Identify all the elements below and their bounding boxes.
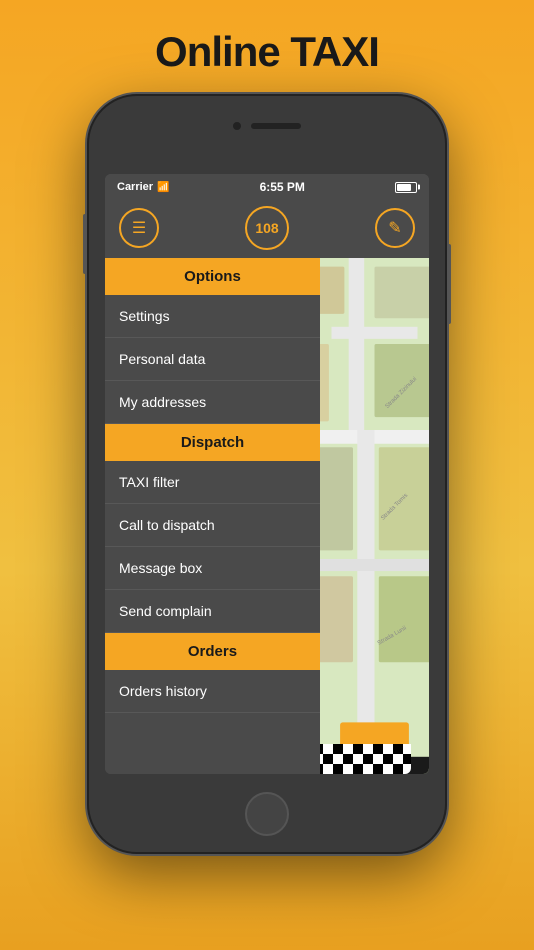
menu-item-message-box[interactable]: Message box [105, 547, 320, 590]
content-area: Options Settings Personal data My addres… [105, 258, 429, 774]
battery-fill [397, 184, 411, 191]
map-svg: Strada Zizinului Strada Tomis Strada Lun… [320, 258, 429, 774]
page-title: Online TAXI [155, 28, 379, 76]
menu-item-my-addresses[interactable]: My addresses [105, 381, 320, 424]
carrier-label: Carrier 📶 [117, 181, 170, 193]
status-time: 6:55 PM [260, 180, 305, 194]
phone-frame: Carrier 📶 6:55 PM ☰ 108 [87, 94, 447, 854]
section-header-orders: Orders [105, 633, 320, 670]
camera-dot [233, 122, 241, 130]
edit-button[interactable]: ✎ [375, 208, 415, 248]
speaker-slot [251, 123, 301, 129]
battery-area [395, 182, 417, 193]
menu-item-send-complain[interactable]: Send complain [105, 590, 320, 633]
phone-screen: Carrier 📶 6:55 PM ☰ 108 [105, 174, 429, 774]
map-area: Strada Zizinului Strada Tomis Strada Lun… [320, 258, 429, 774]
edit-icon: ✎ [388, 218, 401, 238]
wifi-icon: 📶 [157, 182, 169, 193]
menu-item-call-to-dispatch[interactable]: Call to dispatch [105, 504, 320, 547]
menu-item-orders-history[interactable]: Orders history [105, 670, 320, 713]
section-header-options: Options [105, 258, 320, 295]
phone-top-bar [233, 122, 301, 130]
menu-item-taxi-filter[interactable]: TAXI filter [105, 461, 320, 504]
status-bar: Carrier 📶 6:55 PM [105, 174, 429, 198]
home-button[interactable] [245, 792, 289, 836]
nav-header: ☰ 108 ✎ [105, 198, 429, 258]
section-header-dispatch: Dispatch [105, 424, 320, 461]
badge-button[interactable]: 108 [245, 206, 289, 250]
hamburger-icon: ☰ [132, 218, 146, 238]
phone-mockup: Carrier 📶 6:55 PM ☰ 108 [87, 94, 447, 854]
menu-item-personal-data[interactable]: Personal data [105, 338, 320, 381]
menu-button[interactable]: ☰ [119, 208, 159, 248]
badge-value: 108 [255, 220, 278, 236]
menu-item-settings[interactable]: Settings [105, 295, 320, 338]
carrier-text: Carrier [117, 181, 153, 193]
battery-icon [395, 182, 417, 193]
menu-panel: Options Settings Personal data My addres… [105, 258, 320, 774]
